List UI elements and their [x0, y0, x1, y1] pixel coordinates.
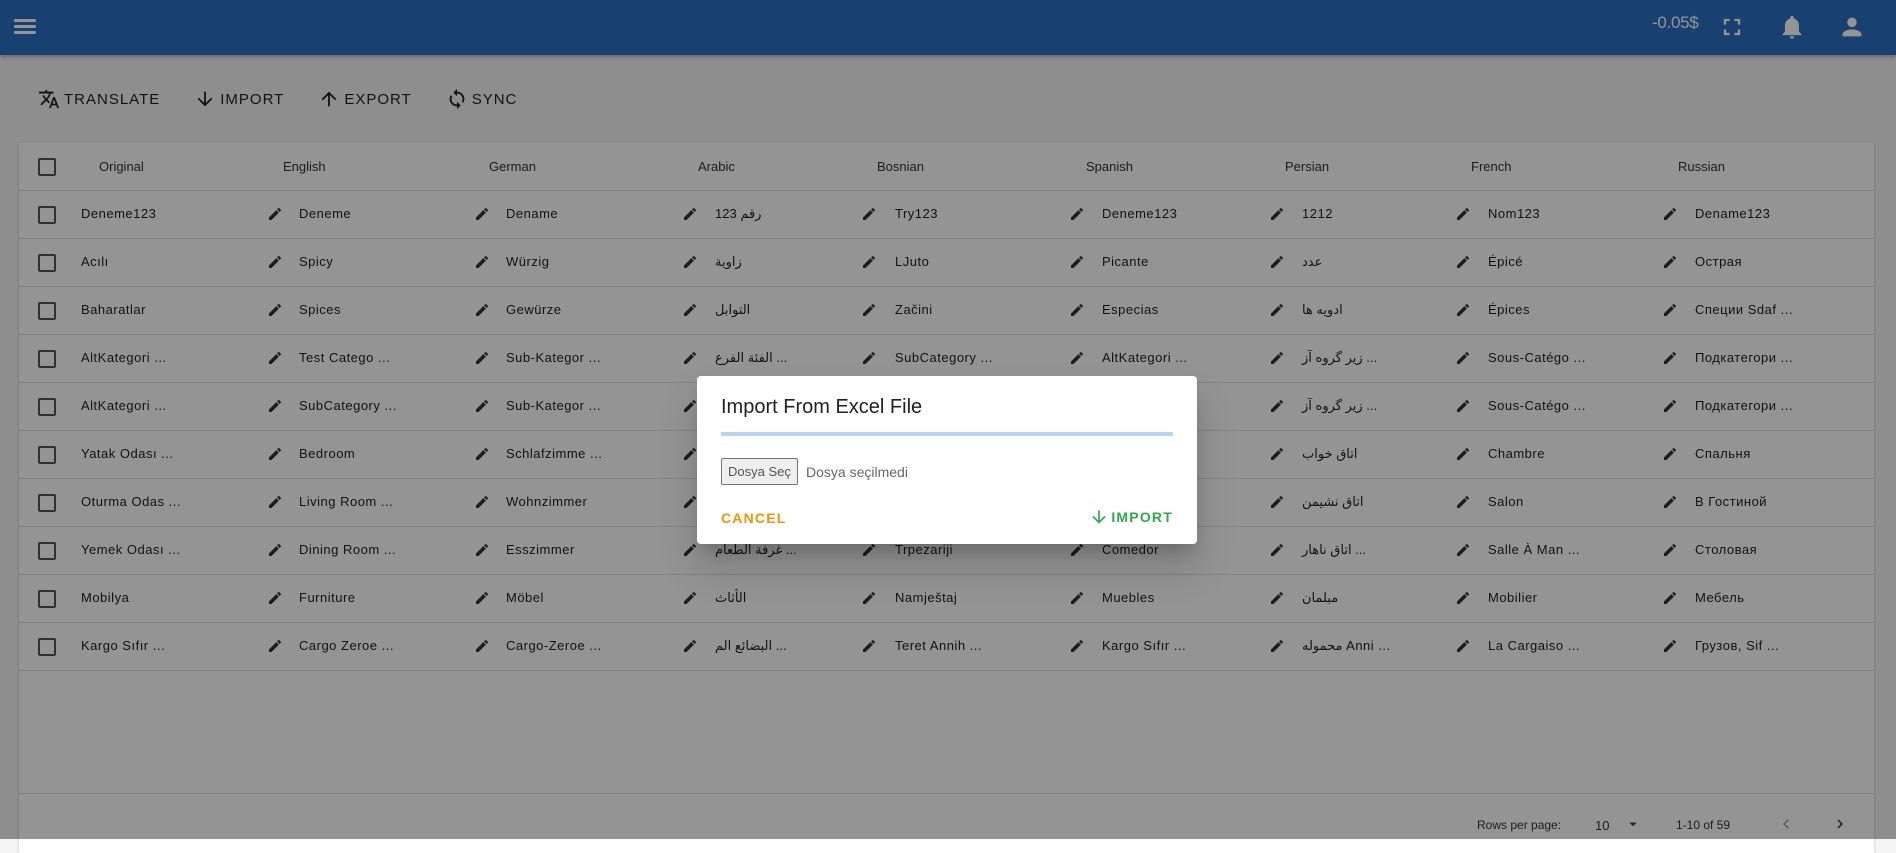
- dialog-import-label: IMPORT: [1111, 509, 1173, 525]
- dialog-title: Import From Excel File: [721, 396, 923, 418]
- choose-file-button[interactable]: Dosya Seç: [721, 458, 798, 485]
- import-dialog: Import From Excel File Dosya Seç Dosya s…: [697, 376, 1197, 544]
- dialog-import-button[interactable]: IMPORT: [1089, 507, 1173, 527]
- file-status-text: Dosya seçilmedi: [806, 464, 908, 480]
- arrow-down-icon: [1092, 510, 1107, 524]
- dialog-progress-bar: [721, 432, 1173, 436]
- cancel-button[interactable]: CANCEL: [721, 510, 787, 526]
